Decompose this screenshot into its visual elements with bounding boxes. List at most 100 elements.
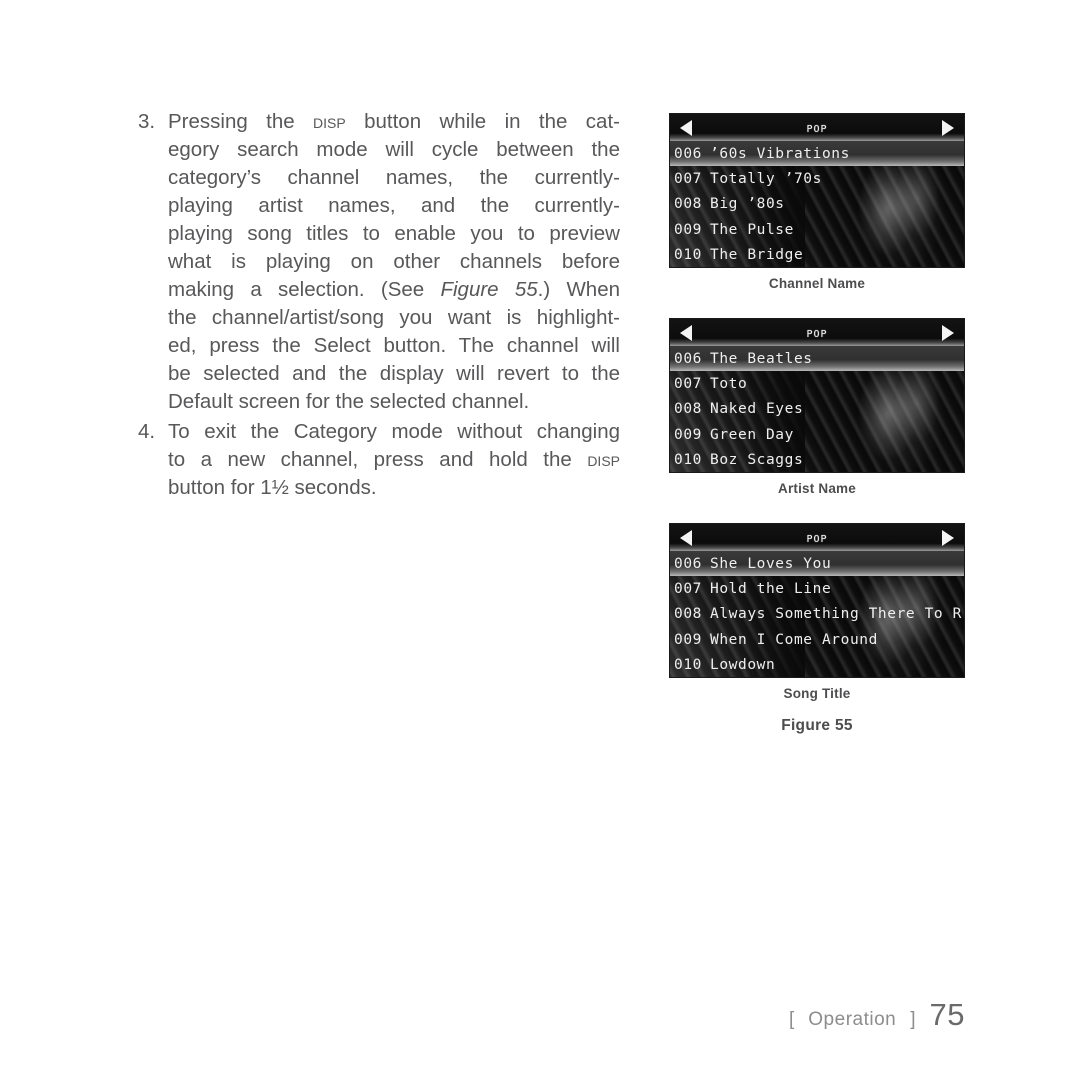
text-line: egory search mode will cycle between the: [168, 138, 620, 161]
channel-number: 010: [674, 657, 702, 674]
text-line: to a new channel, press and hold the Dis…: [168, 448, 620, 471]
lcd-list-item[interactable]: 008 Big ’80s: [670, 192, 964, 217]
channel-number: 006: [674, 145, 702, 162]
lcd-category-title: Pop: [806, 324, 828, 341]
channel-label: Always Something There To R: [710, 606, 962, 623]
text-line: button for 1½ seconds.: [168, 476, 377, 499]
text-line: be selected and the display will revert …: [168, 362, 620, 385]
right-arrow-icon[interactable]: [942, 324, 954, 341]
channel-label: The Bridge: [710, 247, 804, 264]
channel-label: Totally ’70s: [710, 171, 822, 188]
lcd-list-item[interactable]: 008 Naked Eyes: [670, 397, 964, 422]
text-line: ed, press the Select button. The channel…: [168, 334, 620, 357]
numbered-list-item: 4. To exit the Category mode without chan…: [138, 418, 620, 502]
lcd-screen: Pop 006 She Loves You 007 Hold the Line 008 Al…: [669, 523, 965, 678]
lcd-list-item[interactable]: 007 Toto: [670, 371, 964, 396]
lcd-screen: Pop 006 The Beatles 007 Toto 008 Naked Eyes 009…: [669, 318, 965, 473]
channel-number: 009: [674, 631, 702, 648]
footer-section-label: Operation: [808, 1009, 897, 1030]
figure-spacer: [669, 496, 965, 523]
lcd-category-header: Pop: [670, 524, 964, 551]
channel-number: 008: [674, 606, 702, 623]
page-footer: [ Operation ] 75: [789, 997, 965, 1033]
channel-label: Boz Scaggs: [710, 452, 804, 469]
channel-label: When I Come Around: [710, 631, 878, 648]
footer-bracket-close: ]: [910, 1009, 916, 1030]
text-line: To exit the Category mode without changi…: [168, 420, 620, 443]
lcd-category-title: Pop: [806, 119, 828, 136]
lcd-content: Pop 006 She Loves You 007 Hold the Line 008 Al…: [670, 524, 964, 677]
figure-55: Pop 006 ’60s Vibrations 007 Totally ’70s 008 B…: [669, 113, 965, 735]
numbered-list-item: 3. Pressing the Disp button while in the …: [138, 108, 620, 416]
channel-label: Big ’80s: [710, 196, 785, 213]
channel-label: The Beatles: [710, 350, 813, 367]
lcd-list-item[interactable]: 010 Lowdown: [670, 653, 964, 677]
channel-number: 006: [674, 350, 702, 367]
lcd-list-item[interactable]: 008 Always Something There To R: [670, 602, 964, 627]
channel-number: 008: [674, 401, 702, 418]
lcd-category-header: Pop: [670, 114, 964, 141]
lcd-list-item[interactable]: 007 Totally ’70s: [670, 166, 964, 191]
lcd-list-item-selected[interactable]: 006 She Loves You: [670, 551, 964, 577]
lcd-channel-list: 006 ’60s Vibrations 007 Totally ’70s 008 Big …: [670, 141, 964, 267]
lcd-list-item[interactable]: 009 Green Day: [670, 422, 964, 447]
channel-label: Green Day: [710, 426, 794, 443]
text-line: the channel/artist/song you want is high…: [168, 306, 620, 329]
figure-label: Figure 55: [781, 717, 853, 734]
page-number: 75: [929, 997, 965, 1032]
list-item-text: Pressing the Disp button while in the ca…: [168, 108, 620, 416]
lcd-list-item[interactable]: 009 The Pulse: [670, 217, 964, 242]
lcd-list-item[interactable]: 010 Boz Scaggs: [670, 448, 964, 472]
channel-number: 006: [674, 555, 702, 572]
text-line: making a selection. (See Figure 55.) Whe…: [168, 278, 620, 301]
channel-number: 007: [674, 171, 702, 188]
lcd-channel-list: 006 The Beatles 007 Toto 008 Naked Eyes 009 Gre…: [670, 346, 964, 472]
text-line: what is playing on other channels before: [168, 250, 620, 273]
lcd-screen-group: Pop 006 The Beatles 007 Toto 008 Naked Eyes 009…: [669, 318, 965, 523]
left-arrow-icon[interactable]: [680, 119, 692, 136]
lcd-content: Pop 006 The Beatles 007 Toto 008 Naked Eyes 009…: [670, 319, 964, 472]
lcd-category-header: Pop: [670, 319, 964, 346]
lcd-channel-list: 006 She Loves You 007 Hold the Line 008 Alway…: [670, 551, 964, 677]
lcd-content: Pop 006 ’60s Vibrations 007 Totally ’70s 008 B…: [670, 114, 964, 267]
lcd-list-item[interactable]: 009 When I Come Around: [670, 627, 964, 652]
lcd-screen-group: Pop 006 ’60s Vibrations 007 Totally ’70s 008 B…: [669, 113, 965, 318]
text-line: Default screen for the selected channel.: [168, 390, 530, 413]
channel-label: She Loves You: [710, 555, 832, 572]
left-arrow-icon[interactable]: [680, 529, 692, 546]
channel-label: The Pulse: [710, 221, 794, 238]
channel-number: 009: [674, 221, 702, 238]
lcd-list-item-selected[interactable]: 006 The Beatles: [670, 346, 964, 372]
lcd-list-item-selected[interactable]: 006 ’60s Vibrations: [670, 141, 964, 167]
lcd-screen-caption: Song Title: [783, 686, 851, 701]
lcd-screen-group: Pop 006 She Loves You 007 Hold the Line 008 Al…: [669, 523, 965, 701]
lcd-category-title: Pop: [806, 529, 828, 546]
right-arrow-icon[interactable]: [942, 119, 954, 136]
lcd-screen-caption: Artist Name: [778, 481, 856, 496]
list-item-number: 3.: [138, 110, 156, 133]
text-line: playing song titles to enable you to pre…: [168, 222, 620, 245]
channel-number: 008: [674, 196, 702, 213]
smallcaps-term: Disp: [313, 110, 346, 133]
channel-label: Naked Eyes: [710, 401, 804, 418]
smallcaps-term: Disp: [587, 448, 620, 471]
channel-label: Toto: [710, 376, 748, 393]
body-text-column: 3. Pressing the Disp button while in the …: [138, 108, 620, 504]
figure-reference: Figure 55: [440, 278, 538, 301]
left-arrow-icon[interactable]: [680, 324, 692, 341]
channel-number: 010: [674, 452, 702, 469]
channel-number: 007: [674, 376, 702, 393]
text-line: Pressing the Disp button while in the ca…: [168, 110, 620, 133]
lcd-list-item[interactable]: 007 Hold the Line: [670, 576, 964, 601]
figure-spacer: [669, 291, 965, 318]
lcd-screen-caption: Channel Name: [768, 276, 866, 291]
lcd-screen: Pop 006 ’60s Vibrations 007 Totally ’70s 008 B…: [669, 113, 965, 268]
text-line: category’s channel names, the currently-: [168, 166, 620, 189]
channel-number: 007: [674, 581, 702, 598]
channel-label: ’60s Vibrations: [710, 145, 850, 162]
right-arrow-icon[interactable]: [942, 529, 954, 546]
channel-label: Lowdown: [710, 657, 776, 674]
channel-label: Hold the Line: [710, 581, 832, 598]
lcd-list-item[interactable]: 010 The Bridge: [670, 243, 964, 267]
channel-number: 009: [674, 426, 702, 443]
